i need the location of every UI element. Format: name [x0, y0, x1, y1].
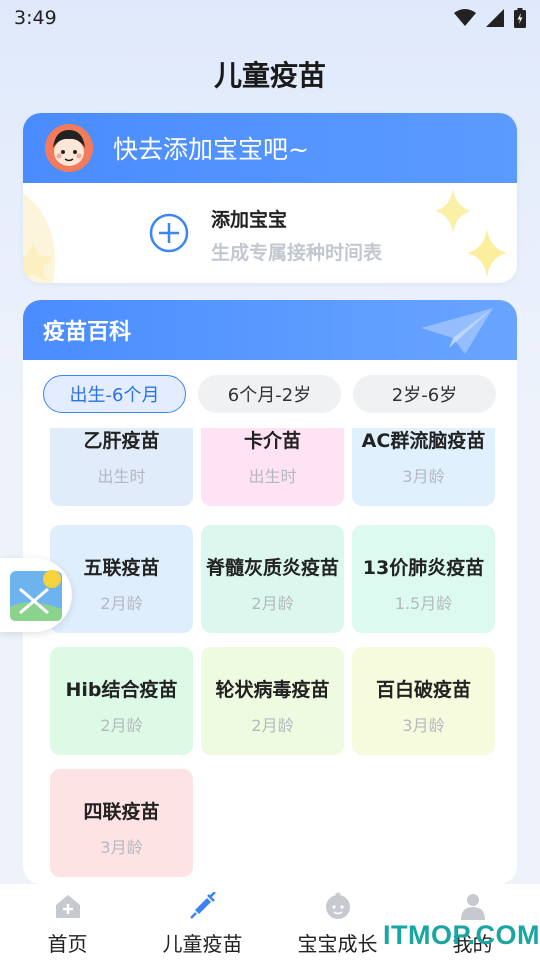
age-range-tabs: 出生-6个月 6个月-2岁 2岁-6岁 — [43, 375, 497, 413]
vaccine-name: 五联疫苗 — [83, 557, 160, 579]
vaccine-card[interactable]: 轮状病毒疫苗 2月龄 — [201, 647, 344, 755]
person-icon — [460, 894, 485, 920]
vaccine-encyclopedia-card: 疫苗百科 出生-6个月 6个月-2岁 2岁-6岁 乙肝疫苗 出生时 卡介苗 出生… — [23, 300, 517, 884]
vaccine-name: 卡介苗 — [243, 430, 301, 452]
picture-badge-icon — [10, 570, 62, 621]
baby-face-icon — [325, 892, 350, 919]
page-title: 儿童疫苗 — [213, 59, 326, 92]
vaccine-card[interactable]: 五联疫苗 2月龄 — [50, 525, 193, 633]
paper-plane-icon — [421, 308, 493, 354]
status-bar: 3:49 — [0, 0, 540, 36]
vaccine-card[interactable]: 13价肺炎疫苗 1.5月龄 — [352, 525, 495, 633]
add-baby-body: 添加宝宝 生成专属接种时间表 — [23, 183, 517, 283]
home-icon — [55, 895, 80, 918]
vaccine-card[interactable]: 乙肝疫苗 出生时 — [50, 428, 193, 506]
syringe-icon — [189, 892, 216, 919]
nav-item-vaccines[interactable]: 儿童疫苗 — [135, 884, 270, 960]
add-baby-card[interactable]: 快去添加宝宝吧~ 添加宝宝 生成专属接种时间表 — [23, 113, 517, 283]
status-icons — [454, 8, 526, 28]
floating-game-button[interactable] — [0, 558, 72, 632]
status-time: 3:49 — [14, 7, 57, 29]
vaccine-card[interactable]: 百白破疫苗 3月龄 — [352, 647, 495, 755]
vaccine-name: 13价肺炎疫苗 — [362, 557, 485, 579]
cellular-signal-icon — [486, 9, 504, 27]
vaccine-name: Hib结合疫苗 — [65, 679, 178, 701]
battery-icon — [514, 8, 526, 28]
tab-6-months-2-years[interactable]: 6个月-2岁 — [198, 375, 341, 413]
add-baby-subtitle: 生成专属接种时间表 — [211, 242, 383, 264]
moon-decoration-icon — [23, 193, 55, 283]
vaccine-name: 四联疫苗 — [83, 801, 160, 823]
baby-face-avatar-icon — [45, 124, 93, 172]
vaccine-age: 2月龄 — [251, 716, 294, 735]
encyclopedia-header: 疫苗百科 — [23, 300, 517, 360]
tab-2-6-years[interactable]: 2岁-6岁 — [353, 375, 496, 413]
add-baby-title: 添加宝宝 — [211, 209, 288, 231]
add-baby-prompt: 快去添加宝宝吧~ — [113, 135, 309, 164]
vaccine-grid: 乙肝疫苗 出生时 卡介苗 出生时 AC群流脑疫苗 3月龄 五联疫苗 2月龄 脊髓… — [23, 428, 517, 884]
vaccine-card[interactable]: Hib结合疫苗 2月龄 — [50, 647, 193, 755]
vaccine-card[interactable]: 卡介苗 出生时 — [201, 428, 344, 506]
vaccine-age: 1.5月龄 — [394, 594, 453, 613]
vaccine-name: AC群流脑疫苗 — [361, 430, 486, 452]
baby-avatar — [45, 124, 93, 172]
vaccine-card[interactable]: 四联疫苗 3月龄 — [50, 769, 193, 877]
wifi-icon — [454, 9, 476, 26]
vaccine-card[interactable]: AC群流脑疫苗 3月龄 — [352, 428, 495, 506]
site-watermark: ITMOP.COM — [383, 920, 540, 950]
add-baby-plus-icon[interactable] — [149, 213, 189, 253]
vaccine-age: 3月龄 — [402, 467, 445, 486]
nav-label-home: 首页 — [47, 932, 88, 956]
vaccine-name: 轮状病毒疫苗 — [215, 679, 330, 701]
vaccine-age: 出生时 — [248, 467, 297, 486]
vaccine-age: 2月龄 — [251, 594, 294, 613]
vaccine-name: 百白破疫苗 — [375, 679, 471, 701]
vaccine-age: 3月龄 — [402, 716, 445, 735]
vaccine-age: 出生时 — [97, 467, 146, 486]
nav-label-vaccines: 儿童疫苗 — [162, 932, 243, 956]
add-baby-header: 快去添加宝宝吧~ — [23, 113, 517, 183]
vaccine-name: 脊髓灰质炎疫苗 — [205, 557, 339, 579]
vaccine-age: 3月龄 — [100, 838, 143, 857]
vaccine-age: 2月龄 — [100, 716, 143, 735]
tab-birth-6-months[interactable]: 出生-6个月 — [43, 375, 186, 413]
vaccine-card[interactable]: 脊髓灰质炎疫苗 2月龄 — [201, 525, 344, 633]
nav-item-home[interactable]: 首页 — [0, 884, 135, 960]
encyclopedia-title: 疫苗百科 — [43, 320, 132, 345]
vaccine-name: 乙肝疫苗 — [83, 430, 160, 452]
sparkle-stars-icon — [435, 189, 507, 277]
